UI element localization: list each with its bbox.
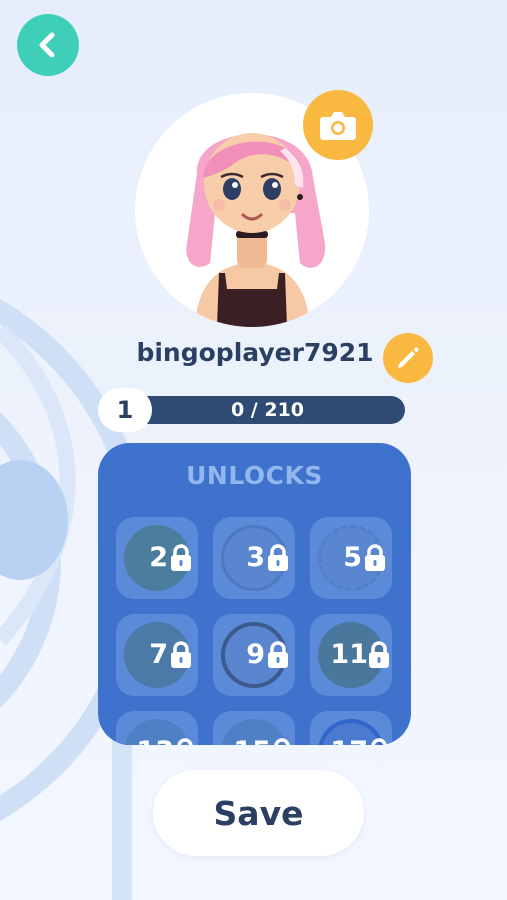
unlock-tile[interactable]: 7	[116, 614, 198, 696]
unlock-level-number: 15	[213, 711, 271, 745]
lock-icon	[268, 544, 288, 571]
lock-icon	[268, 641, 288, 668]
unlock-tile[interactable]: 17	[310, 711, 392, 745]
unlock-tile[interactable]: 15	[213, 711, 295, 745]
unlock-level-number: 17	[310, 711, 368, 745]
lock-icon	[171, 544, 191, 571]
unlock-level-number: 5	[343, 542, 362, 573]
edit-username-button[interactable]	[383, 333, 433, 383]
back-button[interactable]	[17, 14, 79, 76]
unlock-tile[interactable]: 5	[310, 517, 392, 599]
lock-icon	[365, 544, 385, 571]
unlocks-title: UNLOCKS	[186, 461, 323, 490]
level-badge: 1	[98, 388, 152, 432]
unlock-level-number: 9	[246, 639, 265, 670]
lock-icon	[274, 738, 290, 745]
camera-icon	[320, 112, 356, 140]
unlock-tile[interactable]: 2	[116, 517, 198, 599]
unlock-tile[interactable]: 11	[310, 614, 392, 696]
level-progress-text: 0 / 210	[230, 399, 305, 421]
pencil-icon	[398, 347, 419, 368]
lock-icon	[369, 641, 389, 668]
unlocks-panel[interactable]: UNLOCKS 2 3 5 7 9 11	[98, 443, 411, 745]
unlock-level-number: 11	[330, 639, 368, 670]
unlock-tile[interactable]: 13	[116, 711, 198, 745]
unlock-tile[interactable]: 3	[213, 517, 295, 599]
lock-icon	[177, 738, 193, 745]
lock-icon	[371, 738, 387, 745]
unlock-level-number: 13	[116, 711, 174, 745]
username-label: bingoplayer7921	[136, 338, 374, 367]
change-photo-button[interactable]	[303, 90, 373, 160]
unlock-level-number: 2	[149, 542, 168, 573]
unlock-level-number: 7	[149, 639, 168, 670]
unlock-level-number: 3	[246, 542, 265, 573]
unlock-tile[interactable]: 9	[213, 614, 295, 696]
level-progress-bar: 0 / 210	[130, 396, 405, 424]
save-button[interactable]: Save	[153, 770, 364, 856]
back-arrow-icon	[39, 32, 55, 58]
lock-icon	[171, 641, 191, 668]
